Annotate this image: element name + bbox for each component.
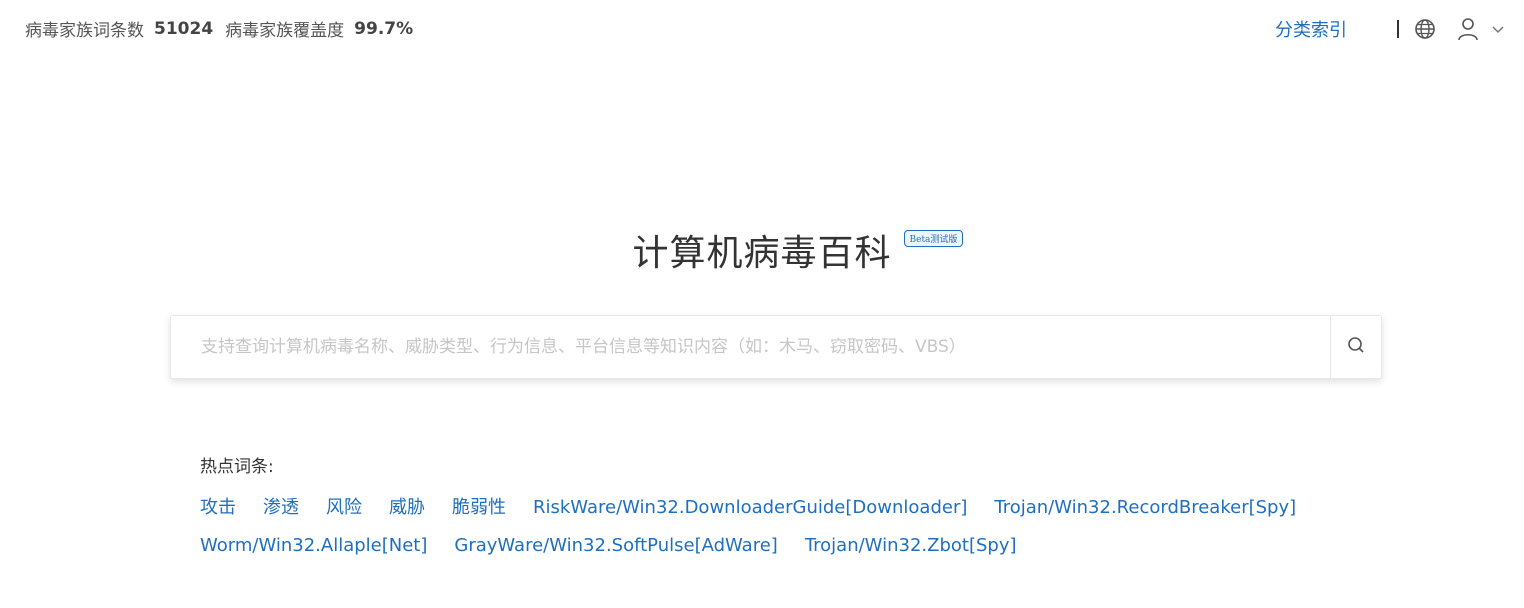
coverage-label: 病毒家族覆盖度 xyxy=(225,21,345,41)
category-index-link[interactable]: 分类索引 xyxy=(1275,16,1347,42)
page-title: 计算机病毒百科 Beta测试版 xyxy=(632,224,964,276)
hot-term-attack[interactable]: 攻击 xyxy=(200,495,236,521)
search-box xyxy=(170,315,1382,379)
hot-term-grayware-softpulse[interactable]: GrayWare/Win32.SoftPulse[AdWare] xyxy=(454,533,777,559)
hot-term-worm-allaple[interactable]: Worm/Win32.Allaple[Net] xyxy=(200,533,427,559)
search-icon xyxy=(1347,336,1365,358)
beta-badge: Beta测试版 xyxy=(903,230,964,247)
hot-term-vulnerability[interactable]: 脆弱性 xyxy=(452,495,506,521)
chevron-down-icon[interactable] xyxy=(1490,21,1506,37)
hot-terms-section: 热点词条: 攻击 渗透 风险 威胁 脆弱性 RiskWare/Win32.Dow… xyxy=(200,452,1380,559)
hot-terms-list: 攻击 渗透 风险 威胁 脆弱性 RiskWare/Win32.Downloade… xyxy=(200,495,1380,559)
coverage-value: 99.7% xyxy=(354,18,414,39)
nav-right: 分类索引 xyxy=(1275,14,1506,44)
hot-term-trojan-recordbreaker[interactable]: Trojan/Win32.RecordBreaker[Spy] xyxy=(994,495,1296,521)
hot-term-threat[interactable]: 威胁 xyxy=(389,495,425,521)
hot-term-riskware-downloaderguide[interactable]: RiskWare/Win32.DownloaderGuide[Downloade… xyxy=(533,495,967,521)
stats-summary: 病毒家族词条数 51024 病毒家族覆盖度 99.7% xyxy=(25,16,425,42)
hot-terms-label: 热点词条: xyxy=(200,457,274,477)
user-icon[interactable] xyxy=(1456,16,1480,42)
family-terms-value: 51024 xyxy=(154,18,214,39)
page-title-text: 计算机病毒百科 xyxy=(632,233,892,274)
hot-term-risk[interactable]: 风险 xyxy=(326,495,362,521)
family-terms-label: 病毒家族词条数 xyxy=(25,21,144,41)
top-bar: 病毒家族词条数 51024 病毒家族覆盖度 99.7% 分类索引 xyxy=(0,0,1524,56)
nav-divider xyxy=(1397,20,1399,38)
search-button[interactable] xyxy=(1330,316,1381,378)
globe-icon[interactable] xyxy=(1413,17,1437,41)
title-area: 计算机病毒百科 Beta测试版 xyxy=(0,224,1524,276)
search-input[interactable] xyxy=(171,316,1330,378)
hot-term-trojan-zbot[interactable]: Trojan/Win32.Zbot[Spy] xyxy=(805,533,1017,559)
hot-term-penetration[interactable]: 渗透 xyxy=(263,495,299,521)
